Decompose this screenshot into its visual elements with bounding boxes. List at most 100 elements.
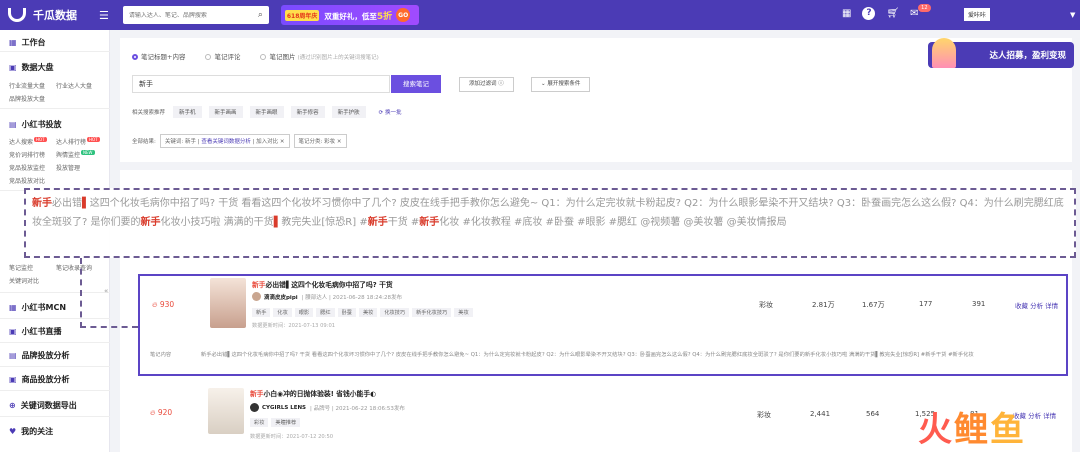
sidebar-xhs-collect[interactable]: ▤ 小红书投放 bbox=[9, 119, 62, 130]
collects-cell: 1.67万 bbox=[862, 301, 885, 309]
author-name[interactable]: CYGIRLS LENS bbox=[262, 405, 306, 411]
likes-cell: 2,441 bbox=[810, 410, 831, 418]
radio-comments[interactable]: 笔记评论 bbox=[205, 51, 240, 61]
top-icons: ▦ ? 🛒︎ ✉ 12 bbox=[842, 4, 931, 20]
promo-banner[interactable]: 618周年庆 双重好礼，低至5折 GO bbox=[280, 5, 419, 25]
note-title[interactable]: 新手必出错▌这四个化妆毛病你中招了吗? 干货 bbox=[252, 279, 393, 289]
related-chip[interactable]: 新手机 bbox=[173, 106, 202, 118]
hot-value: 🔥︎ 920 bbox=[150, 408, 173, 417]
sidebar-item-brand-delivery[interactable]: 品牌投放大盘 bbox=[9, 94, 45, 103]
callout-connector bbox=[80, 258, 82, 328]
result-summary: 全部结果: 关键词: 新手 | 查看关键词数据分析 | 加入对比 ✕ 笔记分类:… bbox=[132, 134, 347, 148]
note-tag[interactable]: 美妆 bbox=[358, 308, 378, 317]
shares-cell: 391 bbox=[972, 300, 986, 308]
note-tag[interactable]: 化妆 bbox=[273, 308, 292, 317]
sidebar-item-delivery-manage[interactable]: 投放管理 bbox=[56, 163, 80, 172]
top-navigation-bar: 千瓜数据 ☰ ⌕ 618周年庆 双重好礼，低至5折 GO ▦ ? 🛒︎ ✉12 … bbox=[0, 0, 1080, 30]
promo-tag: 618周年庆 bbox=[284, 9, 320, 21]
sidebar-item-keyword-compare[interactable]: 关键词对比 bbox=[9, 276, 39, 285]
comments-cell: 177 bbox=[919, 300, 933, 308]
note-tag[interactable]: 化妆技巧 bbox=[380, 308, 410, 317]
related-chip[interactable]: 新手护肤 bbox=[331, 106, 366, 118]
related-chip[interactable]: 新手画眼 bbox=[249, 106, 284, 118]
author-name[interactable]: 滴滴皮皮pipi bbox=[264, 293, 298, 301]
sidebar-item-competitor-compare[interactable]: 竞品投放对比 bbox=[9, 176, 45, 185]
sidebar-product-analysis[interactable]: ▣ 商品投放分析 bbox=[9, 374, 70, 385]
note-tags: 彩妆 美瞳推荐 bbox=[250, 418, 301, 427]
note-tag[interactable]: 卧蚕 bbox=[337, 308, 356, 317]
sidebar-keyword-export[interactable]: ⊕ 关键词数据导出 bbox=[9, 400, 77, 411]
note-tag[interactable]: 新手 bbox=[252, 308, 271, 317]
note-tag[interactable]: 眼影 bbox=[294, 308, 314, 317]
sidebar-item-competitor-monitor[interactable]: 竞品投放监控 bbox=[9, 163, 45, 172]
keyword-analysis-link[interactable]: 查看关键词数据分析 bbox=[201, 139, 251, 145]
note-thumbnail[interactable] bbox=[210, 278, 246, 328]
sidebar-workspace[interactable]: ▦ 工作台 bbox=[9, 37, 46, 48]
note-text: 必出错 bbox=[52, 198, 82, 209]
grid-icon[interactable]: ▦ bbox=[842, 8, 851, 19]
recruit-figure-icon bbox=[932, 38, 956, 68]
note-tag[interactable]: 腮红 bbox=[316, 308, 335, 317]
note-thumbnail[interactable] bbox=[208, 388, 244, 434]
related-chip[interactable]: 新手修容 bbox=[290, 106, 325, 118]
note-tag[interactable]: 美妆 bbox=[454, 308, 473, 317]
note-tag[interactable]: 彩妆 bbox=[250, 418, 269, 427]
caret-down-icon[interactable]: ▼ bbox=[1070, 11, 1075, 19]
grid-icon: ▦ bbox=[9, 303, 17, 312]
keyword-highlight: 新手 bbox=[140, 217, 161, 228]
sidebar-item-industry-kol[interactable]: 行业达人大盘 bbox=[56, 81, 92, 90]
sidebar-item-note-query[interactable]: 笔记收录查询 bbox=[56, 263, 92, 272]
sidebar-mcn[interactable]: ▦ 小红书MCN bbox=[9, 302, 66, 313]
brand-name: 千瓜数据 bbox=[33, 9, 77, 22]
expand-conditions-button[interactable]: ⌄ 展开搜索条件 bbox=[531, 77, 591, 92]
refresh-related-button[interactable]: ⟳ 换一批 bbox=[373, 106, 408, 118]
update-time: 数据更新时间：2021-07-13 09:01 bbox=[252, 323, 336, 329]
category-result-tag[interactable]: 笔记分类: 彩妆 ✕ bbox=[293, 134, 347, 148]
logo-icon bbox=[8, 8, 26, 22]
note-tags: 新手 化妆 眼影 腮红 卧蚕 美妆 化妆技巧 新手化妆技巧 美妆 bbox=[252, 308, 473, 317]
sidebar-data-market[interactable]: ▣ 数据大盘 bbox=[9, 62, 54, 73]
note-text: 化妆小技巧啦 满满的干货 bbox=[160, 217, 274, 228]
avatar[interactable] bbox=[250, 403, 259, 412]
author-meta: | 腰部达人 | 2021-06-28 18:24:28发布 bbox=[301, 294, 403, 301]
recruit-banner[interactable]: 达人招募，盈利变现 bbox=[928, 38, 1074, 68]
user-menu[interactable]: 爱咔咔 ▼ bbox=[964, 8, 1075, 21]
note-text: 干货 # bbox=[387, 217, 420, 228]
sidebar-my-follow[interactable]: ♥ 我的关注 bbox=[9, 426, 53, 437]
grid-icon: ▦ bbox=[9, 38, 17, 47]
notification-icon[interactable]: ✉ 12 bbox=[910, 4, 931, 19]
note-tag[interactable]: 美瞳推荐 bbox=[271, 418, 301, 427]
row-actions[interactable]: 收藏 分析 详情 bbox=[1015, 300, 1058, 310]
sidebar-item-note-monitor[interactable]: 笔记监控 bbox=[9, 263, 33, 272]
global-search-input[interactable] bbox=[128, 11, 239, 19]
cart-icon[interactable]: 🛒︎ bbox=[886, 8, 899, 19]
sidebar-collapse-icon[interactable]: « bbox=[104, 287, 116, 299]
sidebar-item-industry-traffic[interactable]: 行业流量大盘 bbox=[9, 81, 45, 90]
divider bbox=[0, 416, 110, 417]
radio-title-content[interactable]: 笔记标题+内容 bbox=[132, 51, 185, 61]
table-row[interactable]: 🔥︎ 930 新手必出错▌这四个化妆毛病你中招了吗? 干货 滴滴皮皮pipi |… bbox=[138, 274, 1068, 376]
promo-go-button[interactable]: GO bbox=[396, 8, 411, 22]
help-icon[interactable]: ? bbox=[862, 7, 876, 20]
chart-icon: ▣ bbox=[9, 63, 17, 72]
sidebar-item-kol-search[interactable]: 达人搜索 HOT bbox=[9, 137, 47, 146]
search-notes-button[interactable]: 搜索笔记 bbox=[391, 75, 441, 93]
menu-toggle-icon[interactable]: ☰ bbox=[99, 9, 109, 22]
divider bbox=[0, 108, 110, 109]
sidebar-item-sentiment[interactable]: 舆情监控 NEW bbox=[56, 150, 95, 159]
brand-logo[interactable]: 千瓜数据 bbox=[8, 7, 77, 23]
note-tag[interactable]: 新手化妆技巧 bbox=[412, 308, 452, 317]
note-title[interactable]: 新手小白◉冲的日抛体验装! 省钱小能手◐ bbox=[250, 388, 376, 398]
sidebar-live[interactable]: ▣ 小红书直播 bbox=[9, 326, 62, 337]
book-icon: ▤ bbox=[9, 120, 17, 129]
sidebar-brand-analysis[interactable]: ▤ 品牌投放分析 bbox=[9, 350, 70, 361]
sidebar-item-kol-rank[interactable]: 达人排行榜 HOT bbox=[56, 137, 100, 146]
avatar[interactable] bbox=[252, 292, 261, 301]
radio-images[interactable]: 笔记图片 (通过识别图片上的关键词搜笔记) bbox=[260, 51, 379, 61]
search-icon[interactable]: ⌕ bbox=[258, 10, 263, 20]
sidebar-item-bid-rank[interactable]: 竞价词排行榜 bbox=[9, 150, 45, 159]
keyword-result-tag[interactable]: 关键词: 新手 | 查看关键词数据分析 | 加入对比 ✕ bbox=[159, 134, 290, 148]
related-chip[interactable]: 新手画画 bbox=[208, 106, 243, 118]
add-filter-button[interactable]: 添加过滤词 ⓘ bbox=[459, 77, 514, 92]
keyword-input[interactable]: 新手 bbox=[132, 75, 390, 93]
